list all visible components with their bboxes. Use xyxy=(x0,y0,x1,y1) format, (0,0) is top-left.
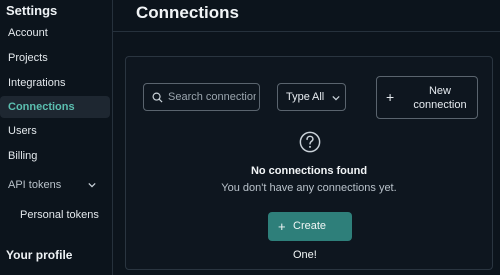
settings-sidebar: Settings Account Projects Integrations C… xyxy=(0,0,112,275)
type-filter-value: All xyxy=(312,91,325,103)
header-divider xyxy=(113,31,500,32)
empty-state-title: No connections found xyxy=(250,165,368,177)
new-connection-label: New connection xyxy=(413,85,467,111)
search-input[interactable] xyxy=(168,84,256,110)
sidebar-item-account[interactable]: Account xyxy=(0,22,110,44)
sidebar-item-connections[interactable]: Connections xyxy=(0,96,110,118)
page-title: Connections xyxy=(136,3,239,22)
profile-heading: Your profile xyxy=(6,248,73,262)
sidebar-item-integrations[interactable]: Integrations xyxy=(0,72,110,94)
sidebar-item-api-tokens[interactable]: API tokens xyxy=(0,174,110,196)
plus-icon: + xyxy=(386,89,395,105)
sidebar-title: Settings xyxy=(6,3,58,18)
search-icon xyxy=(152,92,163,103)
sidebar-divider xyxy=(112,0,113,275)
search-field[interactable] xyxy=(143,83,260,111)
sidebar-item-label: API tokens xyxy=(8,179,62,191)
new-connection-button[interactable]: + New connection xyxy=(376,76,478,119)
empty-state-subtitle: You don't have any connections yet. xyxy=(221,182,397,194)
type-filter-select[interactable]: Type All xyxy=(277,83,346,111)
chevron-down-icon xyxy=(88,182,96,188)
question-circle-icon xyxy=(299,131,321,153)
type-filter-label: Type xyxy=(286,91,310,103)
sidebar-item-billing[interactable]: Billing xyxy=(0,145,110,167)
create-button-label: Create One! xyxy=(293,220,327,261)
sidebar-item-users[interactable]: Users xyxy=(0,120,110,142)
plus-icon: + xyxy=(278,219,286,234)
sidebar-item-personal-tokens[interactable]: Personal tokens xyxy=(20,209,99,221)
chevron-down-icon xyxy=(332,95,340,101)
create-connection-button[interactable]: + Create One! xyxy=(268,212,352,261)
sidebar-item-projects[interactable]: Projects xyxy=(0,47,110,69)
